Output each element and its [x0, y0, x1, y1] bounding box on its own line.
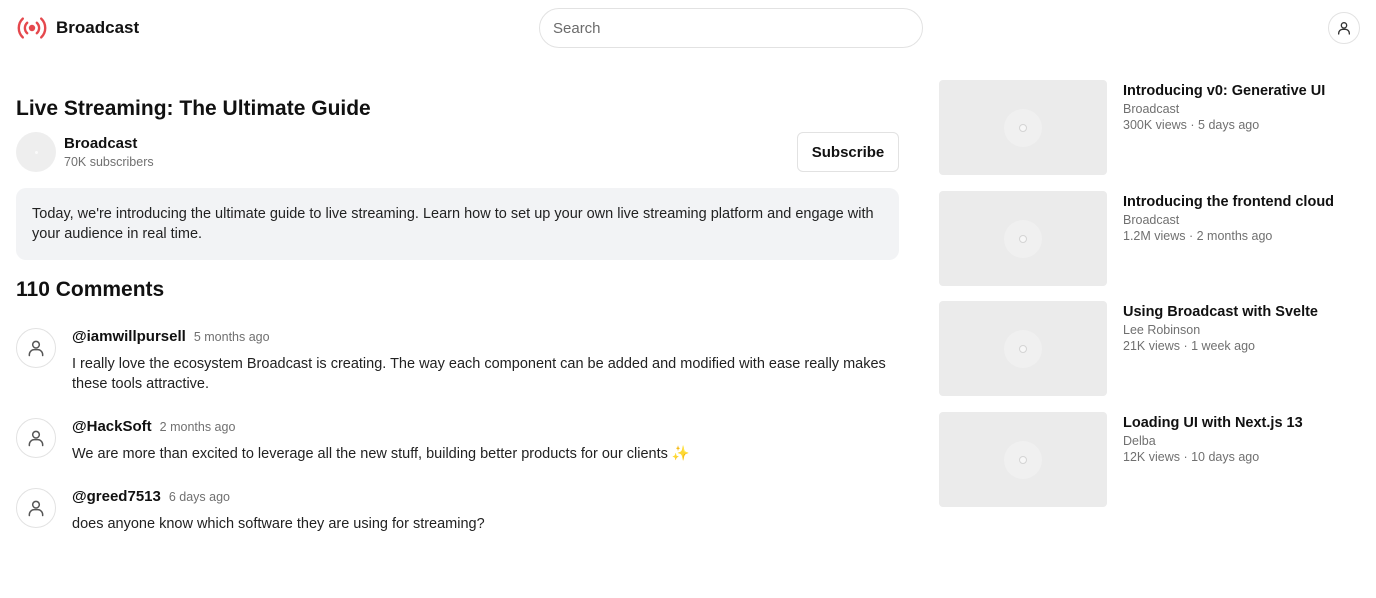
user-icon — [28, 430, 44, 447]
related-video[interactable]: Introducing v0: Generative UI Broadcast … — [939, 80, 1359, 175]
related-video[interactable]: Using Broadcast with Svelte Lee Robinson… — [939, 301, 1359, 396]
video-thumbnail[interactable] — [939, 191, 1107, 286]
video-description: Today, we're introducing the ultimate gu… — [16, 188, 899, 260]
related-video-stats: 21K views · 1 week ago — [1123, 339, 1256, 353]
related-video-channel: Broadcast — [1123, 102, 1180, 116]
video-title: Live Streaming: The Ultimate Guide — [16, 97, 371, 120]
comment-avatar[interactable] — [16, 488, 56, 528]
related-video-stats: 300K views · 5 days ago — [1123, 118, 1260, 132]
comment-avatar[interactable] — [16, 328, 56, 368]
comment-author[interactable]: @HackSoft — [72, 418, 152, 435]
placeholder-icon — [1004, 219, 1042, 258]
comment-author[interactable]: @iamwillpursell — [72, 328, 186, 345]
brand-link[interactable]: Broadcast — [16, 12, 139, 44]
related-video-title[interactable]: Using Broadcast with Svelte — [1123, 302, 1318, 322]
comments-heading: 110 Comments — [16, 278, 165, 301]
comment-text: I really love the ecosystem Broadcast is… — [72, 356, 886, 392]
brand-name: Broadcast — [56, 18, 140, 37]
user-icon — [28, 500, 44, 517]
video-thumbnail[interactable] — [939, 412, 1107, 507]
related-video-title[interactable]: Introducing v0: Generative UI — [1123, 81, 1325, 101]
broadcast-icon — [17, 17, 47, 39]
related-video-channel: Lee Robinson — [1123, 323, 1201, 337]
comment-item: @HackSoft 2 months ago We are more than … — [16, 418, 886, 464]
related-video[interactable]: Introducing the frontend cloud Broadcast… — [939, 191, 1359, 286]
related-video-channel: Broadcast — [1123, 213, 1180, 227]
placeholder-icon — [1004, 108, 1042, 147]
comment-time: 2 months ago — [159, 420, 236, 434]
placeholder-icon — [1004, 440, 1042, 479]
user-icon — [1338, 22, 1350, 35]
related-video-title[interactable]: Loading UI with Next.js 13 — [1123, 413, 1303, 433]
related-video-title[interactable]: Introducing the frontend cloud — [1123, 192, 1334, 212]
video-thumbnail[interactable] — [939, 301, 1107, 396]
comment-avatar[interactable] — [16, 418, 56, 458]
related-video[interactable]: Loading UI with Next.js 13 Delba 12K vie… — [939, 412, 1359, 507]
placeholder-icon — [1004, 329, 1042, 368]
related-video-channel: Delba — [1123, 434, 1156, 448]
comment-item: @iamwillpursell 5 months ago I really lo… — [16, 328, 886, 394]
comment-text: We are more than excited to leverage all… — [72, 446, 690, 462]
channel-info: Broadcast 70K subscribers — [16, 132, 154, 172]
comment-text: does anyone know which software they are… — [72, 516, 485, 532]
comment-author[interactable]: @greed7513 — [72, 488, 161, 505]
channel-name[interactable]: Broadcast — [64, 134, 154, 154]
user-menu-button[interactable] — [1328, 12, 1360, 44]
comment-time: 5 months ago — [193, 330, 270, 344]
subscriber-count: 70K subscribers — [64, 155, 154, 169]
user-icon — [28, 340, 44, 357]
comment-time: 6 days ago — [168, 490, 231, 504]
related-video-stats: 1.2M views · 2 months ago — [1123, 229, 1273, 243]
video-thumbnail[interactable] — [939, 80, 1107, 175]
search-input[interactable] — [539, 8, 923, 48]
channel-avatar[interactable] — [16, 132, 56, 172]
comment-item: @greed7513 6 days ago does anyone know w… — [16, 488, 886, 534]
related-video-stats: 12K views · 10 days ago — [1123, 450, 1260, 464]
subscribe-button[interactable]: Subscribe — [797, 132, 899, 172]
